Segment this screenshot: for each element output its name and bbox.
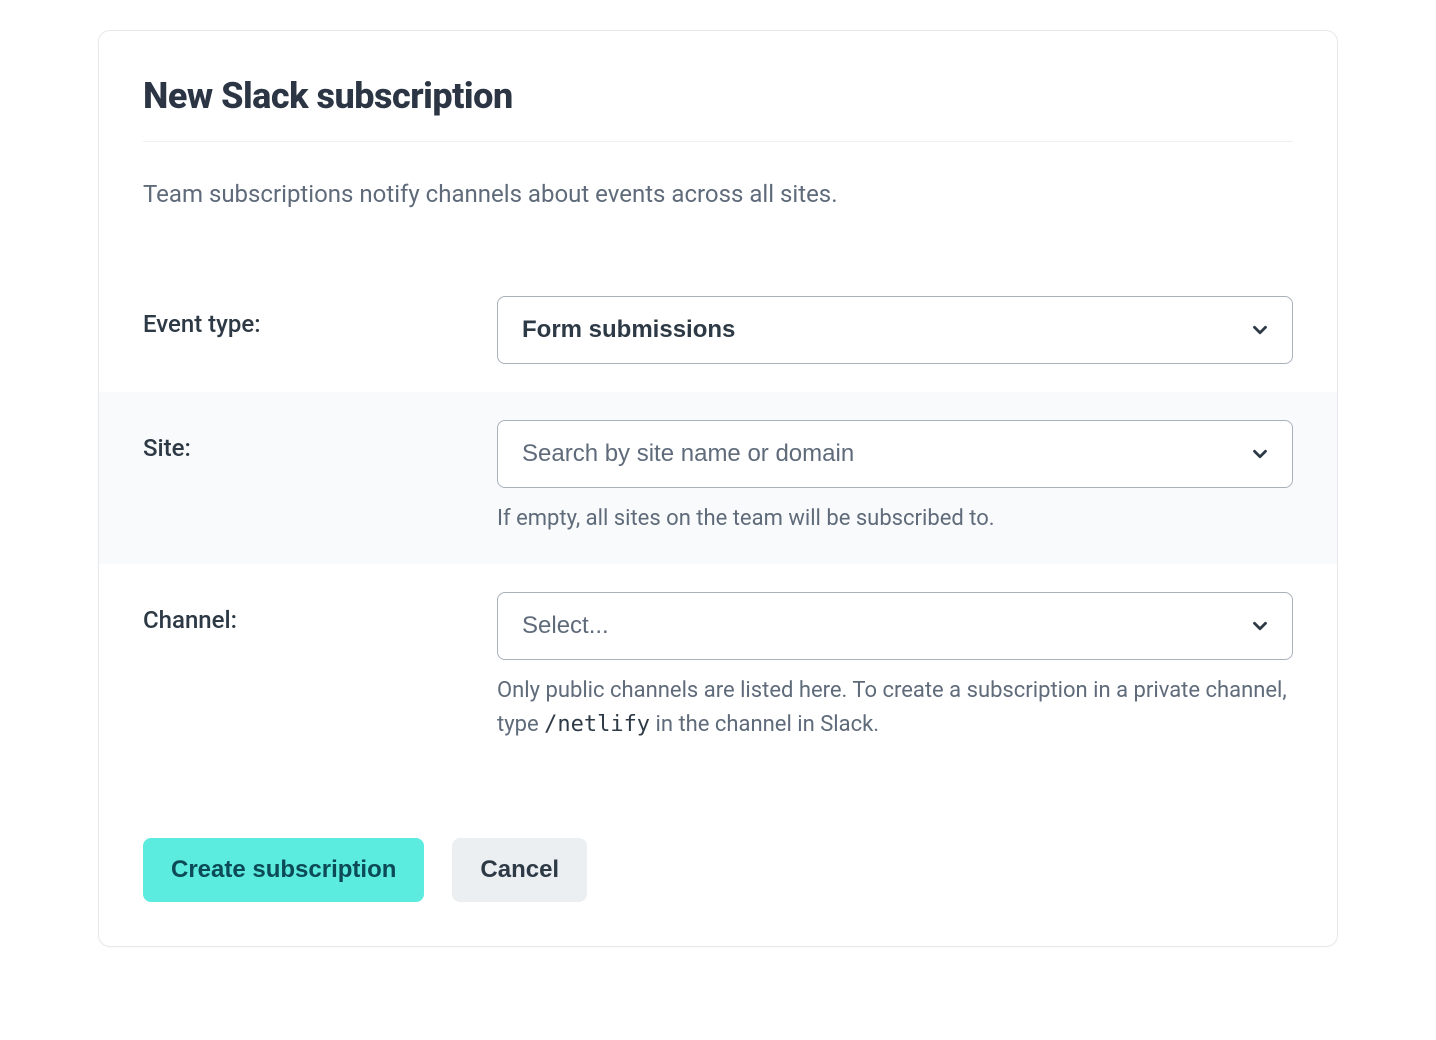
site-row: Site: Search by site name or domain If e…: [99, 392, 1337, 564]
channel-helper-suffix: in the channel in Slack.: [650, 712, 879, 737]
channel-control: Select... Only public channels are liste…: [497, 592, 1293, 742]
create-subscription-button[interactable]: Create subscription: [143, 838, 424, 902]
channel-helper-text: Only public channels are listed here. To…: [497, 674, 1293, 742]
site-helper-text: If empty, all sites on the team will be …: [497, 502, 1293, 536]
site-control: Search by site name or domain If empty, …: [497, 420, 1293, 536]
subscription-card: New Slack subscription Team subscription…: [98, 30, 1338, 947]
event-type-label: Event type:: [143, 296, 473, 338]
site-select[interactable]: Search by site name or domain: [497, 420, 1293, 488]
channel-select-wrap: Select...: [497, 592, 1293, 660]
event-type-control: Form submissions: [497, 296, 1293, 364]
action-bar: Create subscription Cancel: [143, 838, 1293, 902]
site-label: Site:: [143, 420, 473, 462]
event-type-select-wrap: Form submissions: [497, 296, 1293, 364]
channel-label: Channel:: [143, 592, 473, 634]
page-title: New Slack subscription: [143, 75, 1293, 117]
channel-helper-command: /netlify: [544, 712, 650, 737]
event-type-row: Event type: Form submissions: [99, 268, 1337, 392]
event-type-select[interactable]: Form submissions: [497, 296, 1293, 364]
divider: [143, 141, 1293, 142]
channel-select[interactable]: Select...: [497, 592, 1293, 660]
cancel-button[interactable]: Cancel: [452, 838, 587, 902]
site-select-wrap: Search by site name or domain: [497, 420, 1293, 488]
channel-row: Channel: Select... Only public channels …: [99, 564, 1337, 770]
description-text: Team subscriptions notify channels about…: [143, 178, 1293, 212]
